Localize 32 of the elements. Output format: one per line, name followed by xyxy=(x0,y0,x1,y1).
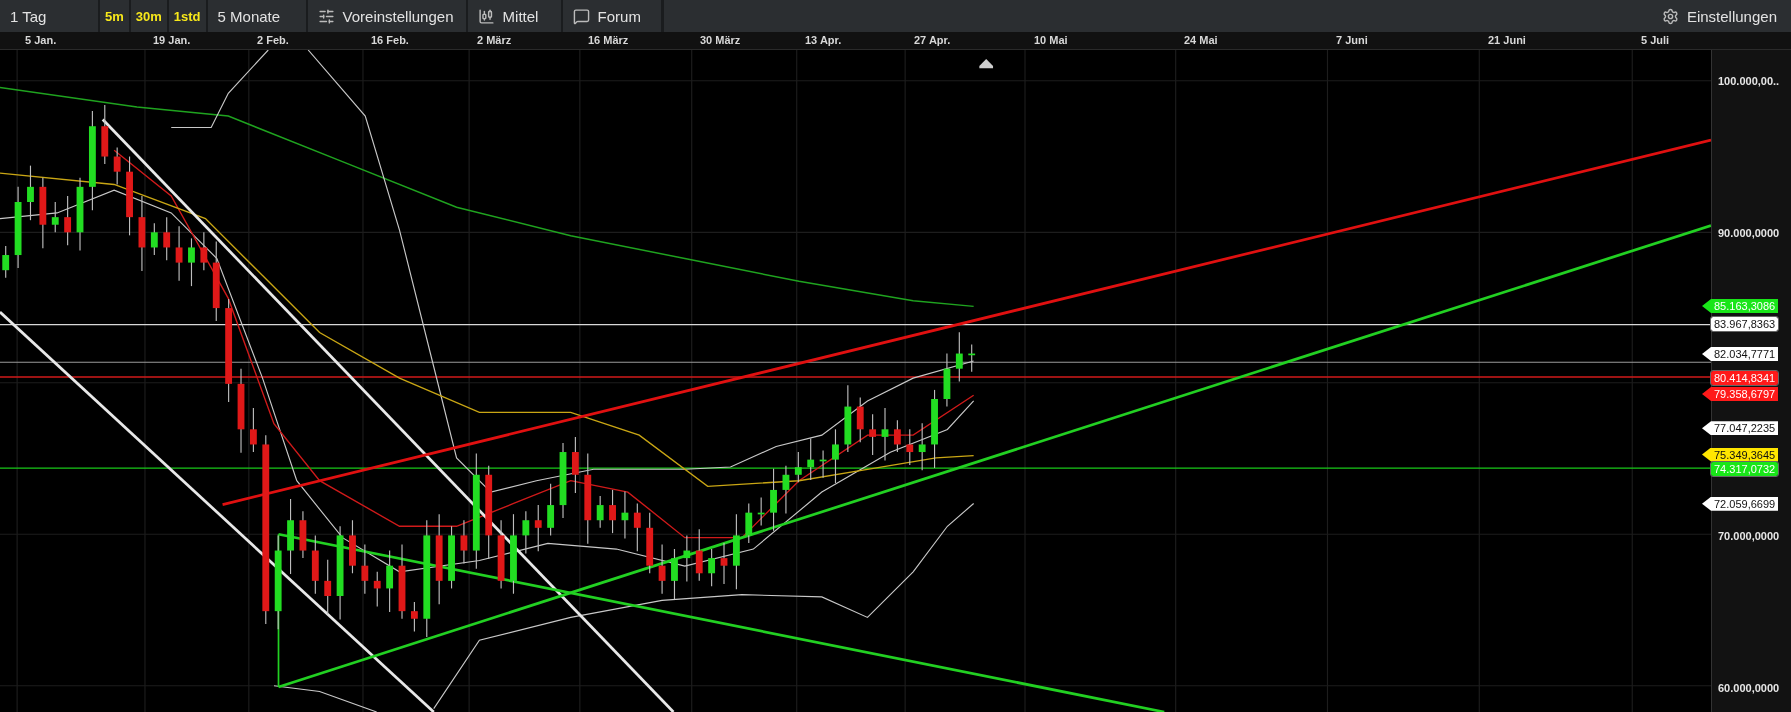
price-tick-label: 70.000,0000 xyxy=(1718,529,1780,542)
settings-icon xyxy=(1661,7,1679,25)
home-marker-icon xyxy=(979,59,994,69)
date-label: 13 Apr. xyxy=(805,34,842,46)
date-label: 2 März xyxy=(477,34,512,46)
date-label: 27 Apr. xyxy=(914,34,951,46)
date-label: 16 März xyxy=(588,34,629,46)
price-marker: 77.047,2235 xyxy=(1702,421,1779,436)
date-label: 19 Jan. xyxy=(153,34,191,46)
sliders-icon xyxy=(317,7,335,25)
date-label: 30 März xyxy=(700,34,741,46)
price-marker: 80.414,8341 xyxy=(1711,371,1779,385)
chat-bubble-icon xyxy=(572,7,590,25)
price-tick-label: 90.000,0000 xyxy=(1718,226,1780,239)
date-label: 24 Mai xyxy=(1184,34,1218,46)
price-marker: 85.163,3086 xyxy=(1702,299,1779,313)
date-label: 2 Feb. xyxy=(257,34,289,46)
date-label: 5 Jan. xyxy=(25,34,57,46)
price-tick-label: 60.000,0000 xyxy=(1718,681,1780,694)
price-marker: 72.059,6699 xyxy=(1702,496,1779,511)
price-marker: 74.317,0732 xyxy=(1711,462,1779,477)
date-label: 16 Feb. xyxy=(371,34,409,46)
date-label: 5 Juli xyxy=(1641,34,1670,46)
candlestick-icon xyxy=(477,7,495,25)
price-marker: 75.349,3645 xyxy=(1702,447,1779,462)
price-tick-label: 100.000,00.. xyxy=(1718,74,1780,87)
date-label: 10 Mai xyxy=(1034,34,1068,46)
price-marker: 83.967,8363 xyxy=(1711,317,1779,332)
date-label: 21 Juni xyxy=(1488,34,1526,46)
price-marker: 82.034,7771 xyxy=(1702,347,1779,361)
price-marker: 79.358,6797 xyxy=(1702,387,1779,401)
date-label: 7 Juni xyxy=(1336,34,1368,46)
